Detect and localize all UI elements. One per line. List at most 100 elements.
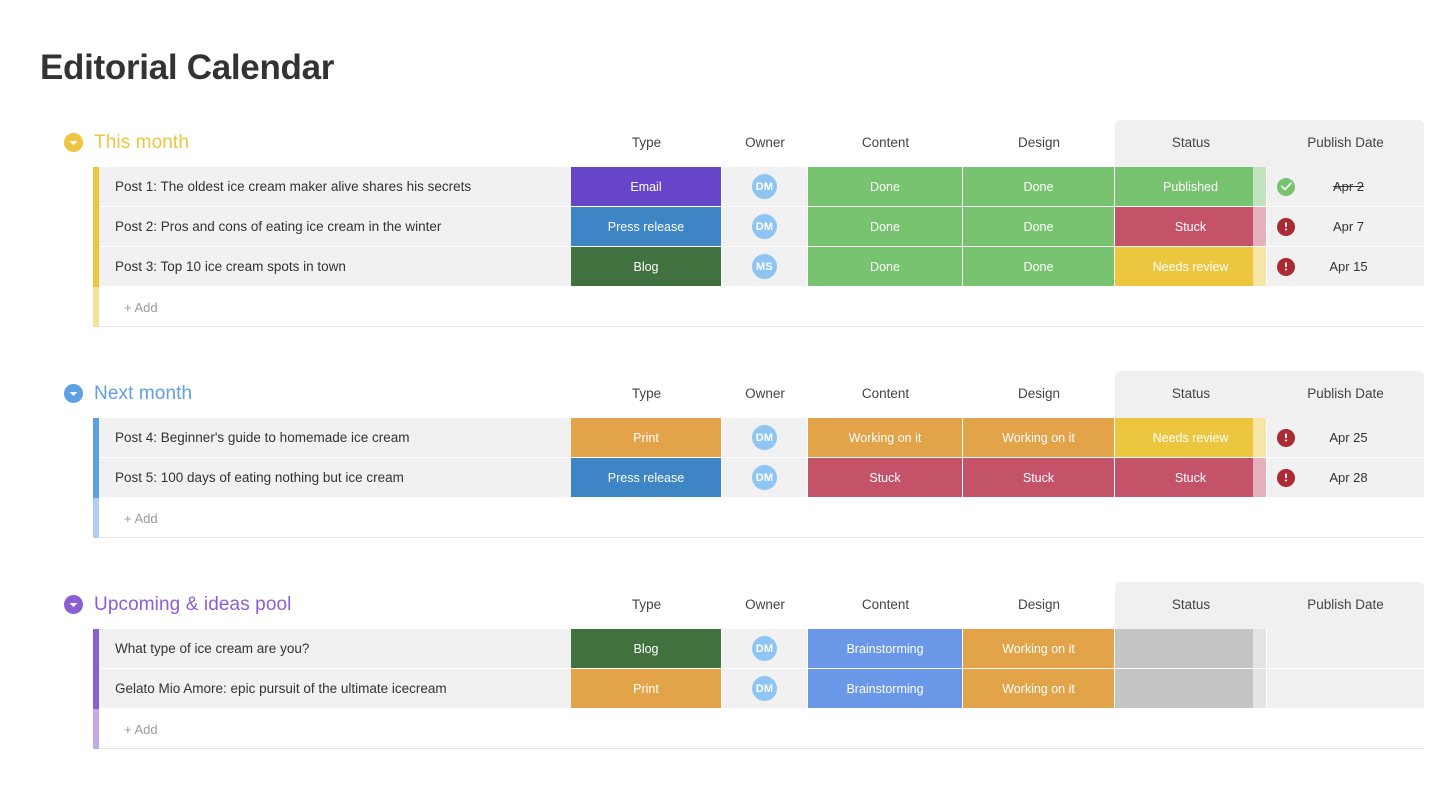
add-row-color-bar (93, 287, 99, 327)
row-title[interactable]: Gelato Mio Amore: epic pursuit of the ul… (99, 669, 571, 709)
page-title: Editorial Calendar (40, 48, 335, 87)
column-header-content[interactable]: Content (808, 384, 963, 404)
column-header-content[interactable]: Content (808, 595, 963, 615)
cell-content[interactable]: Brainstorming (808, 629, 963, 669)
group: This month Type Owner Content Design Status Pu… (0, 120, 1452, 327)
cell-content[interactable]: Working on it (808, 418, 963, 458)
cell-publish-date[interactable]: Apr 2 (1267, 167, 1424, 207)
add-item-button[interactable]: + Add (124, 287, 158, 327)
chevron-down-icon[interactable] (64, 595, 83, 614)
cell-publish-date[interactable]: Apr 15 (1267, 247, 1424, 287)
group-title[interactable]: Next month (94, 381, 192, 406)
cell-status[interactable]: Needs review (1115, 418, 1267, 458)
cell-status[interactable]: Needs review (1115, 247, 1267, 287)
cell-design[interactable]: Done (963, 167, 1115, 207)
add-item-button[interactable]: + Add (124, 709, 158, 749)
column-header-content[interactable]: Content (808, 133, 963, 153)
cell-status[interactable]: Stuck (1115, 207, 1267, 247)
cell-design[interactable]: Working on it (963, 418, 1115, 458)
cell-publish-date[interactable] (1267, 629, 1424, 669)
cell-design[interactable]: Working on it (963, 629, 1115, 669)
avatar[interactable]: DM (752, 465, 777, 490)
add-row[interactable]: + Add (0, 709, 1452, 749)
column-header-design[interactable]: Design (963, 133, 1115, 153)
column-header-status[interactable]: Status (1115, 595, 1267, 615)
table-row[interactable]: Gelato Mio Amore: epic pursuit of the ul… (0, 669, 1452, 709)
cell-type[interactable]: Blog (571, 629, 722, 669)
avatar[interactable]: DM (752, 636, 777, 661)
cell-content[interactable]: Done (808, 167, 963, 207)
row-title[interactable]: Post 2: Pros and cons of eating ice crea… (99, 207, 571, 247)
cell-type[interactable]: Blog (571, 247, 722, 287)
cell-owner[interactable]: DM (722, 629, 808, 669)
cell-publish-date[interactable]: Apr 28 (1267, 458, 1424, 498)
group: Upcoming & ideas pool Type Owner Content Des… (0, 582, 1452, 749)
status-tail (1253, 458, 1266, 497)
row-title[interactable]: Post 1: The oldest ice cream maker alive… (99, 167, 571, 207)
chevron-down-icon[interactable] (64, 384, 83, 403)
cell-content[interactable]: Done (808, 207, 963, 247)
column-header-owner[interactable]: Owner (722, 595, 808, 615)
column-header-publish-date[interactable]: Publish Date (1267, 133, 1424, 153)
row-title[interactable]: What type of ice cream are you? (99, 629, 571, 669)
table-row[interactable]: Post 5: 100 days of eating nothing but i… (0, 458, 1452, 498)
cell-design[interactable]: Done (963, 207, 1115, 247)
table-row[interactable]: Post 1: The oldest ice cream maker alive… (0, 167, 1452, 207)
cell-owner[interactable]: MS (722, 247, 808, 287)
cell-owner[interactable]: DM (722, 207, 808, 247)
column-header-type[interactable]: Type (571, 595, 722, 615)
table-row[interactable]: What type of ice cream are you? Blog DM Bra… (0, 629, 1452, 669)
chevron-down-icon[interactable] (64, 133, 83, 152)
avatar[interactable]: DM (752, 676, 777, 701)
cell-status[interactable]: Published (1115, 167, 1267, 207)
cell-type[interactable]: Print (571, 669, 722, 709)
cell-status[interactable] (1115, 629, 1267, 669)
table-row[interactable]: Post 2: Pros and cons of eating ice crea… (0, 207, 1452, 247)
avatar[interactable]: DM (752, 214, 777, 239)
cell-status[interactable]: Stuck (1115, 458, 1267, 498)
cell-publish-date[interactable] (1267, 669, 1424, 709)
column-header-type[interactable]: Type (571, 384, 722, 404)
avatar[interactable]: MS (752, 254, 777, 279)
column-header-publish-date[interactable]: Publish Date (1267, 384, 1424, 404)
cell-owner[interactable]: DM (722, 167, 808, 207)
avatar[interactable]: DM (752, 425, 777, 450)
group-title[interactable]: Upcoming & ideas pool (94, 592, 292, 617)
table-row[interactable]: Post 4: Beginner's guide to homemade ice… (0, 418, 1452, 458)
cell-type[interactable]: Print (571, 418, 722, 458)
row-title[interactable]: Post 4: Beginner's guide to homemade ice… (99, 418, 571, 458)
cell-design[interactable]: Stuck (963, 458, 1115, 498)
column-header-status[interactable]: Status (1115, 133, 1267, 153)
add-item-button[interactable]: + Add (124, 498, 158, 538)
column-header-status[interactable]: Status (1115, 384, 1267, 404)
group-title[interactable]: This month (94, 130, 189, 155)
cell-type[interactable]: Press release (571, 458, 722, 498)
cell-owner[interactable]: DM (722, 669, 808, 709)
cell-publish-date[interactable]: Apr 7 (1267, 207, 1424, 247)
column-header-design[interactable]: Design (963, 595, 1115, 615)
cell-content[interactable]: Done (808, 247, 963, 287)
row-title[interactable]: Post 5: 100 days of eating nothing but i… (99, 458, 571, 498)
avatar[interactable]: DM (752, 174, 777, 199)
column-header-publish-date[interactable]: Publish Date (1267, 595, 1424, 615)
cell-type[interactable]: Email (571, 167, 722, 207)
cell-status[interactable] (1115, 669, 1267, 709)
publish-date-text: Apr 15 (1329, 259, 1368, 274)
add-row[interactable]: + Add (0, 498, 1452, 538)
column-header-owner[interactable]: Owner (722, 384, 808, 404)
cell-owner[interactable]: DM (722, 458, 808, 498)
row-title[interactable]: Post 3: Top 10 ice cream spots in town (99, 247, 571, 287)
cell-content[interactable]: Brainstorming (808, 669, 963, 709)
cell-type[interactable]: Press release (571, 207, 722, 247)
column-header-design[interactable]: Design (963, 384, 1115, 404)
table-row[interactable]: Post 3: Top 10 ice cream spots in town Bl… (0, 247, 1452, 287)
cell-design[interactable]: Working on it (963, 669, 1115, 709)
column-header-type[interactable]: Type (571, 133, 722, 153)
cell-publish-date[interactable]: Apr 25 (1267, 418, 1424, 458)
cell-content[interactable]: Stuck (808, 458, 963, 498)
cell-design[interactable]: Done (963, 247, 1115, 287)
cell-owner[interactable]: DM (722, 418, 808, 458)
add-row[interactable]: + Add (0, 287, 1452, 327)
column-header-owner[interactable]: Owner (722, 133, 808, 153)
